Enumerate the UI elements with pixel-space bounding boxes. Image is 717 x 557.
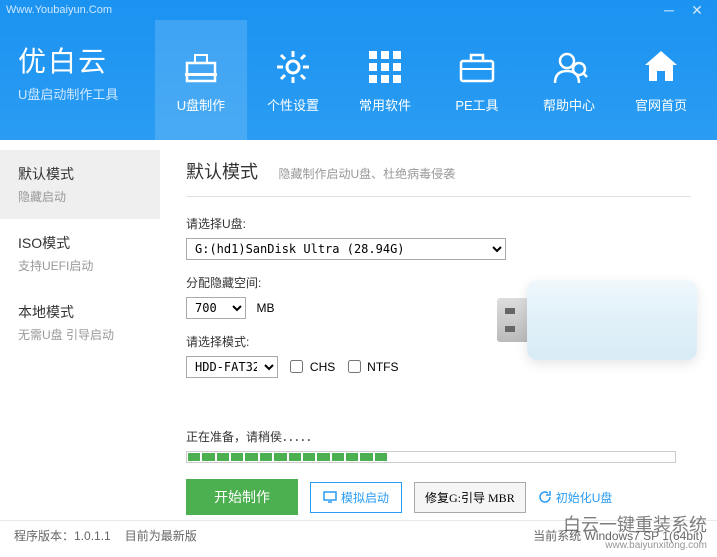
nav-label: PE工具 [455,95,498,114]
refresh-icon [538,490,552,504]
minimize-button[interactable]: ─ [655,1,683,19]
progress-bar [186,451,676,463]
monitor-icon [323,491,337,503]
version-note: 目前为最新版 [125,527,197,544]
nav-label: U盘制作 [177,95,225,114]
nav-help[interactable]: 帮助中心 [523,20,615,140]
sidebar-title: 本地模式 [18,302,142,322]
app-title: 优白云 [18,40,155,80]
sidebar-title: 默认模式 [18,164,142,184]
nav-software[interactable]: 常用软件 [339,20,431,140]
page-title: 默认模式 [186,158,258,184]
usb-icon [181,47,221,87]
nav-label: 官网首页 [635,95,687,114]
close-button[interactable]: ✕ [683,1,711,19]
nav-usb-creation[interactable]: U盘制作 [155,20,247,140]
ntfs-label: NTFS [367,360,398,374]
support-icon [549,47,589,87]
simulate-button[interactable]: 模拟启动 [310,482,402,513]
usb-illustration [497,260,697,380]
sidebar-default-mode[interactable]: 默认模式 隐藏启动 [0,150,160,219]
progress-label: 正在准备，请稍侯．．．．． [186,428,691,445]
sidebar-iso-mode[interactable]: ISO模式 支持UEFI启动 [0,219,160,288]
status-bar: 程序版本： 1.0.1.1 目前为最新版 当前系统 Windows7 SP 1(… [0,520,717,550]
disk-select[interactable]: G:(hd1)SanDisk Ultra (28.94G) [186,238,506,260]
sidebar-local-mode[interactable]: 本地模式 无需U盘 引导启动 [0,288,160,357]
app-logo: 优白云 U盘启动制作工具 [0,20,155,140]
page-subtitle: 隐藏制作启动U盘、杜绝病毒侵袭 [278,167,455,181]
nav-label: 帮助中心 [543,95,595,114]
nav-pe-tools[interactable]: PE工具 [431,20,523,140]
ntfs-checkbox[interactable] [348,360,361,373]
sidebar-sub: 隐藏启动 [18,188,142,205]
nav-personalize[interactable]: 个性设置 [247,20,339,140]
sidebar-sub: 支持UEFI启动 [18,257,142,274]
chs-label: CHS [310,360,335,374]
os-info: 当前系统 Windows7 SP 1(64bit) [533,527,703,544]
space-unit: MB [256,301,274,315]
nav-label: 个性设置 [267,95,319,114]
home-icon [641,47,681,87]
sidebar-sub: 无需U盘 引导启动 [18,326,142,343]
chs-checkbox[interactable] [290,360,303,373]
divider [186,196,691,197]
init-link[interactable]: 初始化U盘 [538,489,613,506]
toolbox-icon [457,47,497,87]
nav-label: 常用软件 [359,95,411,114]
nav-homepage[interactable]: 官网首页 [615,20,707,140]
site-url: Www.Youbaiyun.Com [6,4,655,16]
grid-icon [365,47,405,87]
version-value: 1.0.1.1 [74,529,111,543]
start-button[interactable]: 开始制作 [186,479,298,515]
app-subtitle: U盘启动制作工具 [18,84,155,103]
space-select[interactable]: 700 [186,297,246,319]
disk-label: 请选择U盘: [186,215,691,232]
version-label: 程序版本： [14,527,74,544]
sidebar-title: ISO模式 [18,233,142,253]
mode-select[interactable]: HDD-FAT32 [186,356,278,378]
gear-icon [273,47,313,87]
repair-button[interactable]: 修复G:引导 MBR [414,482,526,513]
